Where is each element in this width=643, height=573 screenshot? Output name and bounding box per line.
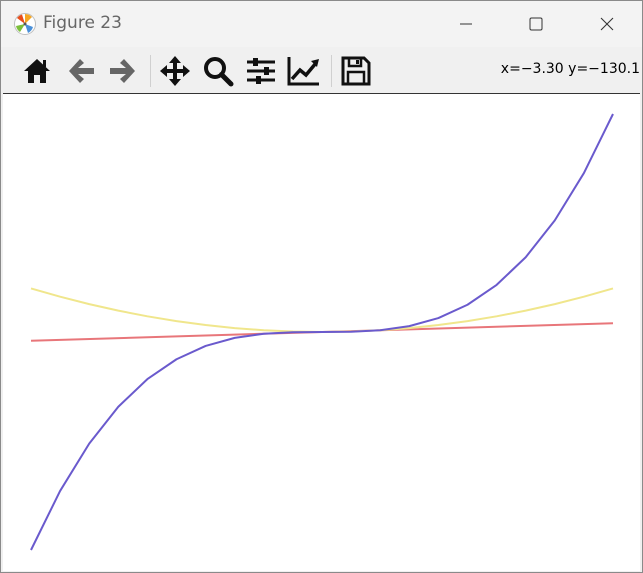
line-chart-icon <box>287 57 319 86</box>
toolbar-separator <box>150 55 151 87</box>
zoom-button[interactable] <box>200 53 236 89</box>
matplotlib-logo-icon <box>14 13 36 35</box>
save-button[interactable] <box>338 53 374 89</box>
series-line-2 <box>30 113 614 551</box>
maximize-button[interactable] <box>501 1 571 47</box>
toolbar-separator <box>331 55 332 87</box>
maximize-icon <box>529 17 543 31</box>
close-icon <box>600 17 614 31</box>
sliders-icon <box>247 58 275 84</box>
arrow-right-icon <box>110 59 135 83</box>
home-icon <box>24 59 50 83</box>
magnifier-icon <box>204 57 234 87</box>
title-bar[interactable]: Figure 23 <box>1 1 642 47</box>
navigation-toolbar: x=−3.30 y=−130.1 <box>1 47 642 93</box>
plot-canvas[interactable] <box>3 93 640 571</box>
floppy-disk-icon <box>341 56 371 86</box>
plot-area <box>30 113 614 551</box>
back-button[interactable] <box>63 53 99 89</box>
forward-button[interactable] <box>105 53 141 89</box>
minimize-icon <box>460 23 472 25</box>
close-button[interactable] <box>572 1 642 47</box>
move-icon <box>160 56 190 86</box>
home-button[interactable] <box>19 53 55 89</box>
configure-subplots-button[interactable] <box>243 53 279 89</box>
minimize-button[interactable] <box>431 1 501 47</box>
figure-window: Figure 23 x=−3.30 y=−130.1 <box>0 0 643 573</box>
arrow-left-icon <box>69 59 94 83</box>
cursor-coordinates: x=−3.30 y=−130.1 <box>500 61 640 77</box>
window-title: Figure 23 <box>43 13 122 33</box>
edit-axis-button[interactable] <box>286 53 322 89</box>
pan-button[interactable] <box>157 53 193 89</box>
